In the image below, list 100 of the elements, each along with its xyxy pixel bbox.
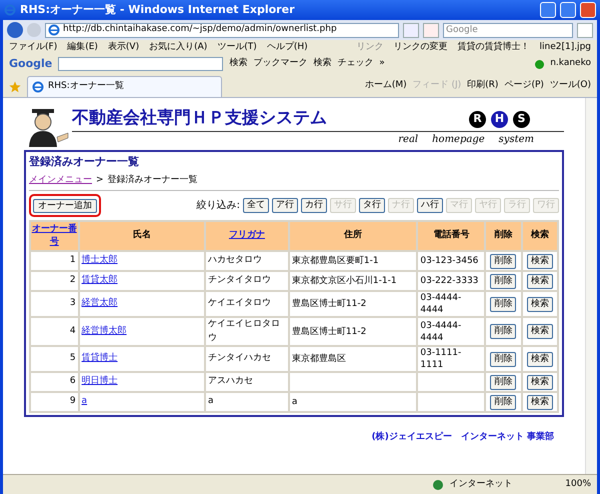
column-header: 検索 [530, 229, 549, 242]
close-button[interactable] [580, 2, 596, 18]
table-cell: 東京都豊島区 [292, 354, 346, 364]
table-cell: チンタイハカセ [208, 353, 271, 364]
menu-item[interactable]: ファイル(F) [9, 40, 58, 54]
table-cell: 03-1111-1111 [420, 348, 462, 370]
menu-item[interactable]: お気に入り(A) [149, 40, 208, 54]
menu-item[interactable]: 編集(E) [67, 40, 98, 54]
logo-letter: S [513, 111, 530, 128]
owner-name-link[interactable]: 博士太郎 [82, 255, 118, 266]
toolbar-logo: Google [9, 56, 52, 72]
command-item[interactable]: ツール(O) [550, 78, 591, 92]
back-button[interactable] [7, 22, 23, 38]
column-header: 氏名 [132, 229, 151, 242]
tab[interactable]: RHS:オーナー一覧 [27, 76, 222, 97]
column-header[interactable]: オーナー番号 [31, 222, 78, 249]
minimize-button[interactable] [540, 2, 556, 18]
table-cell: 2 [70, 275, 76, 286]
footer-text: (株)ジェイエスピー インターネット 事業部 [372, 431, 554, 444]
toolbar-item[interactable]: 検索 [229, 57, 248, 71]
star-icon[interactable] [9, 81, 21, 93]
table-cell: 4 [70, 326, 76, 336]
search-button[interactable] [577, 22, 593, 38]
scrollbar[interactable] [585, 98, 597, 474]
tagline-word: system [498, 133, 534, 147]
zoom-level[interactable]: 100% [565, 478, 591, 492]
browser-icon [4, 4, 16, 16]
table-cell: ケイエイヒロタロウ [208, 319, 280, 342]
toolbar-search-field[interactable] [58, 57, 224, 71]
delete-button[interactable]: 削除 [490, 274, 516, 288]
command-item[interactable]: 印刷(R) [467, 78, 498, 92]
filter-button[interactable]: ア行 [272, 198, 298, 213]
owner-name-link[interactable]: a [82, 396, 88, 406]
menu-item[interactable]: 表示(V) [108, 40, 140, 54]
table-cell: a [208, 396, 214, 406]
breadcrumb-link[interactable]: メインメニュー [29, 174, 92, 187]
forward-button[interactable] [27, 23, 41, 37]
search-button[interactable]: 検索 [526, 324, 553, 339]
search-button[interactable]: 検索 [526, 254, 553, 268]
table-cell: 03-4444-4444 [420, 320, 462, 342]
delete-button[interactable]: 削除 [490, 352, 516, 366]
filter-label: 絞り込み: [196, 198, 240, 213]
link-item[interactable]: 賃貸の賃貸博士！ [457, 40, 530, 54]
filter-button[interactable]: 全て [243, 198, 269, 213]
delete-button[interactable]: 削除 [490, 254, 516, 268]
link-item[interactable]: リンクの変更 [393, 40, 448, 54]
command-item[interactable]: ページ(P) [504, 78, 544, 92]
table-cell: 1 [70, 255, 76, 266]
toolbar-item[interactable]: 検索 [313, 57, 332, 71]
search-button[interactable]: 検索 [526, 394, 553, 410]
toolbar-item[interactable]: チェック [337, 57, 374, 71]
owner-name-link[interactable]: 経営博太郎 [82, 326, 127, 336]
table-cell: 東京都文京区小石川1-1-1 [292, 276, 397, 286]
owner-name-link[interactable]: 賃貸太郎 [82, 275, 118, 286]
table-cell: 3 [70, 298, 76, 308]
table-cell: 豊島区博士町11-2 [292, 326, 366, 336]
toolbar-item[interactable]: ブックマーク [253, 57, 308, 71]
stop-button[interactable] [423, 22, 439, 38]
owner-name-link[interactable]: 賃貸博士 [82, 353, 118, 364]
user-name[interactable]: n.kaneko [550, 57, 591, 71]
column-header: 削除 [494, 229, 512, 242]
column-header[interactable]: フリガナ [228, 229, 265, 242]
tagline-word: homepage [432, 133, 485, 147]
table-cell: 豊島区博士町11-2 [292, 299, 366, 309]
search-field[interactable]: Google [443, 22, 573, 38]
owner-name-link[interactable]: 経営太郎 [82, 298, 118, 308]
column-header: 住所 [344, 229, 362, 242]
delete-button[interactable]: 削除 [490, 394, 516, 410]
toolbar-item[interactable]: » [379, 57, 385, 71]
menu-item[interactable]: ヘルプ(H) [266, 40, 308, 54]
search-button[interactable]: 検索 [526, 274, 553, 288]
search-button[interactable]: 検索 [526, 352, 553, 366]
window-title: RHS:オーナー一覧 - Windows Internet Explorer [20, 2, 296, 18]
filter-button[interactable]: タ行 [359, 198, 385, 213]
delete-button[interactable]: 削除 [490, 374, 516, 390]
filter-button[interactable]: カ行 [301, 198, 327, 213]
refresh-button[interactable] [403, 22, 419, 38]
search-button[interactable]: 検索 [526, 374, 553, 390]
link-item[interactable]: line2[1].jpg [539, 40, 591, 54]
table-cell: 6 [70, 376, 76, 386]
links-label: リンク [356, 40, 384, 54]
maximize-button[interactable] [560, 2, 576, 18]
site-title: 不動産会社専門ＨＰ支援システム [72, 106, 333, 132]
breadcrumb-separator: > [96, 174, 104, 186]
filter-button[interactable]: ハ行 [417, 198, 443, 213]
table-cell: ケイエイタロウ [208, 298, 271, 308]
owner-name-link[interactable]: 明日博士 [82, 376, 118, 386]
address-field[interactable]: http://db.chintaihakase.com/~jsp/demo/admin/ownerlist.php [45, 22, 399, 38]
delete-button[interactable]: 削除 [490, 324, 516, 339]
add-owner-button[interactable]: オーナー追加 [33, 199, 97, 213]
table-cell: アスハカセ [208, 376, 253, 386]
browser-icon [48, 24, 60, 36]
logo-letter: R [469, 111, 486, 128]
table-cell: 03-222-3333 [420, 276, 478, 286]
command-item[interactable]: ホーム(M) [364, 78, 407, 92]
menu-item[interactable]: ツール(T) [217, 40, 257, 54]
delete-button[interactable]: 削除 [490, 296, 516, 312]
tagline-word: real [398, 133, 418, 147]
search-button[interactable]: 検索 [526, 296, 553, 312]
table-cell: 03-4444-4444 [420, 293, 462, 315]
